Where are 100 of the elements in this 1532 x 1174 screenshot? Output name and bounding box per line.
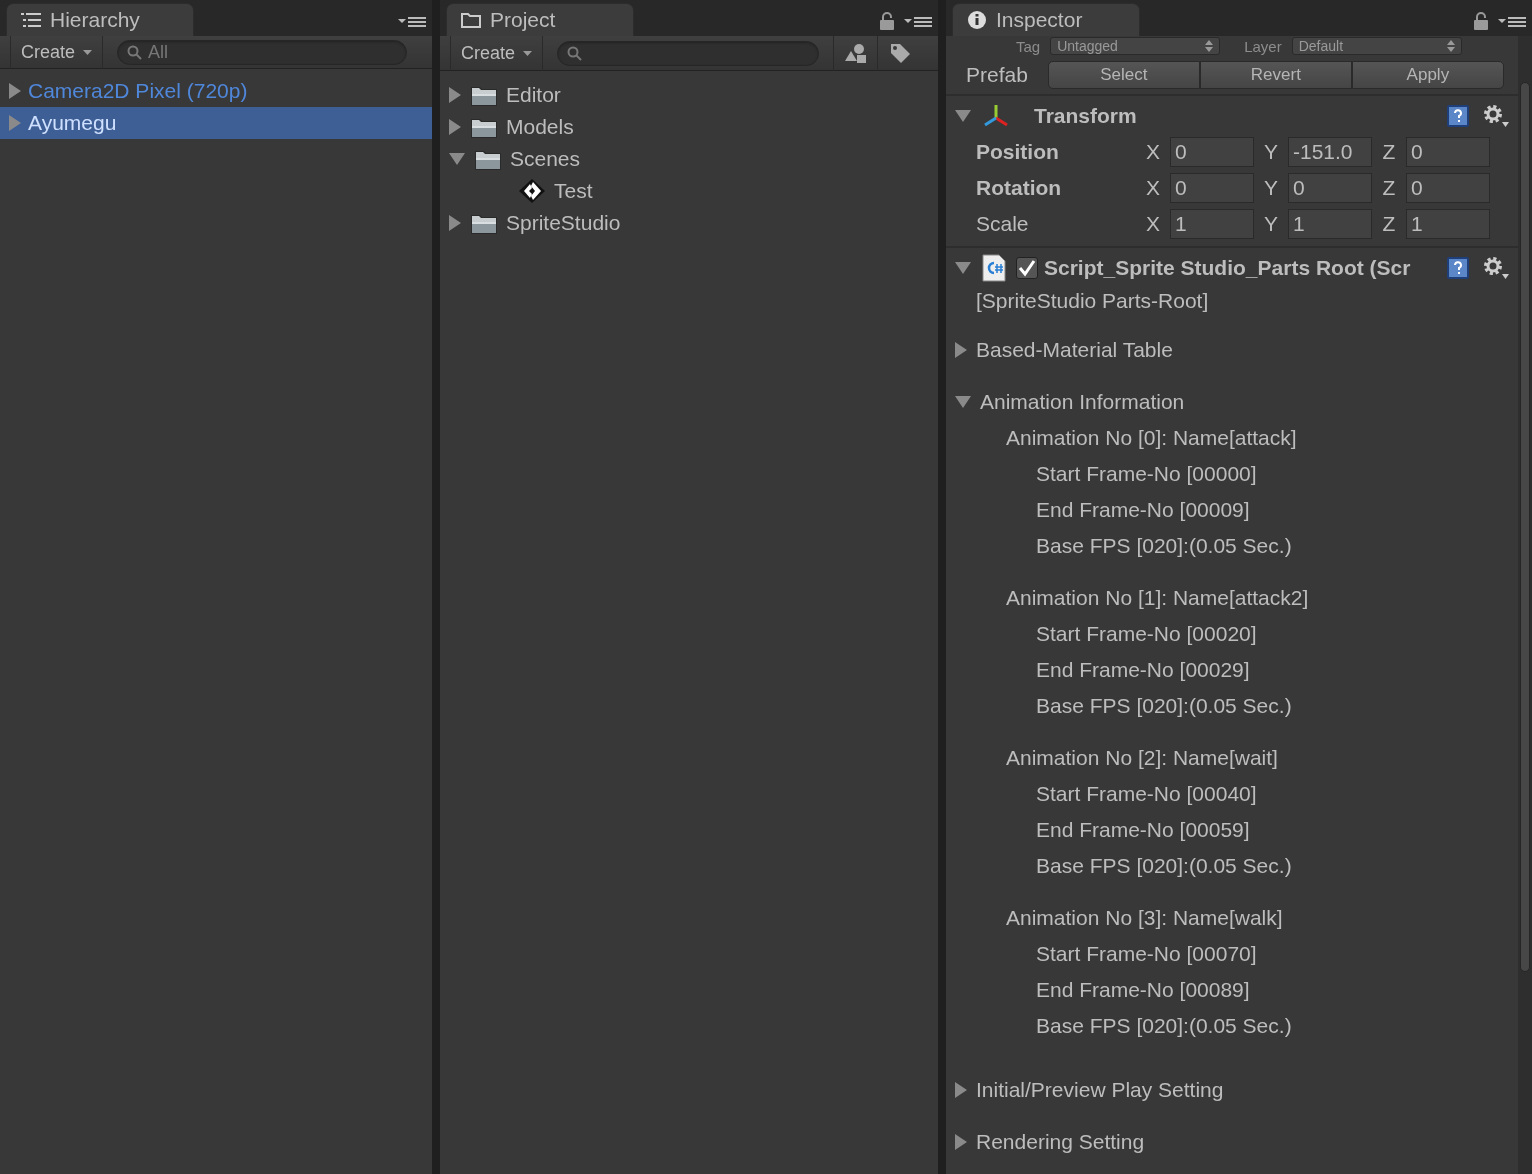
- animation-title: Animation No [1]: Name[attack2]: [1006, 586, 1309, 610]
- help-book-icon[interactable]: [1446, 104, 1470, 128]
- gear-icon[interactable]: [1482, 103, 1510, 129]
- dropdown[interactable]: Untagged: [1050, 37, 1221, 55]
- component-title: Transform: [1034, 104, 1137, 128]
- scrollbar[interactable]: [1518, 36, 1532, 1174]
- hierarchy-item[interactable]: Ayumegu: [0, 107, 432, 139]
- component-title: Script_Sprite Studio_Parts Root (Scr: [1044, 256, 1411, 280]
- property-label: Scale: [976, 212, 1030, 236]
- disclosure-arrow-icon[interactable]: [8, 114, 22, 132]
- animation-detail: Start Frame-No [00070]: [1036, 942, 1257, 966]
- number-field[interactable]: 0: [1406, 137, 1490, 167]
- foldout-label[interactable]: Based-Material Table: [976, 338, 1173, 362]
- info-icon: [967, 10, 987, 30]
- asset-name[interactable]: Test: [554, 179, 593, 203]
- dropdown[interactable]: Default: [1291, 37, 1462, 55]
- updown-arrows-icon: [1446, 40, 1455, 52]
- foldout-label[interactable]: Animation Information: [980, 390, 1185, 414]
- number-field[interactable]: 0: [1170, 173, 1254, 203]
- folder-icon: [461, 12, 481, 28]
- axis-label: X: [1145, 212, 1161, 236]
- disclosure-arrow-icon[interactable]: [448, 86, 462, 104]
- unity-scene-icon: [518, 178, 546, 204]
- list-icon: [21, 12, 41, 28]
- disclosure-arrow-icon[interactable]: [954, 341, 968, 359]
- disclosure-arrow-icon[interactable]: [8, 82, 22, 100]
- panel-menu-icon[interactable]: [1498, 14, 1526, 28]
- panel-tab[interactable]: Inspector: [952, 3, 1140, 36]
- create-button[interactable]: Create: [450, 35, 544, 71]
- number-field[interactable]: 1: [1406, 209, 1490, 239]
- number-field[interactable]: 0: [1406, 173, 1490, 203]
- game-object-name: Ayumegu: [28, 111, 117, 135]
- axis-label: Y: [1263, 212, 1279, 236]
- foldout-label[interactable]: Initial/Preview Play Setting: [976, 1078, 1224, 1102]
- field-label: Tag: [1016, 37, 1041, 55]
- property-label: Position: [976, 140, 1060, 164]
- animation-detail: End Frame-No [00029]: [1036, 658, 1250, 682]
- foldout-label[interactable]: Rendering Setting: [976, 1130, 1145, 1154]
- animation-title: Animation No [3]: Name[walk]: [1006, 906, 1283, 930]
- animation-detail: End Frame-No [00059]: [1036, 818, 1250, 842]
- number-field[interactable]: 0: [1170, 137, 1254, 167]
- axis-label: Z: [1381, 212, 1397, 236]
- number-field[interactable]: 1: [1170, 209, 1254, 239]
- disclosure-arrow-icon[interactable]: [448, 118, 462, 136]
- animation-detail: Base FPS [020]:(0.05 Sec.): [1036, 854, 1292, 878]
- asset-name[interactable]: SpriteStudio: [506, 211, 621, 235]
- script-file-icon: [982, 254, 1006, 282]
- search-field[interactable]: [557, 40, 820, 66]
- axis-label: X: [1145, 176, 1161, 200]
- updown-arrows-icon: [1205, 40, 1214, 52]
- panel-tab[interactable]: Project: [446, 3, 634, 36]
- animation-detail: Base FPS [020]:(0.05 Sec.): [1036, 1014, 1292, 1038]
- disclosure-arrow-icon[interactable]: [954, 1081, 968, 1099]
- shapes-icon: [844, 43, 867, 63]
- animation-detail: End Frame-No [00009]: [1036, 498, 1250, 522]
- search-field[interactable]: All: [117, 39, 408, 65]
- animation-detail: Start Frame-No [00020]: [1036, 622, 1257, 646]
- animation-detail: End Frame-No [00089]: [1036, 978, 1250, 1002]
- animation-detail: Base FPS [020]:(0.05 Sec.): [1036, 534, 1292, 558]
- animation-detail: Start Frame-No [00000]: [1036, 462, 1257, 486]
- number-field[interactable]: 0: [1288, 173, 1372, 203]
- number-field[interactable]: 1: [1288, 209, 1372, 239]
- create-button[interactable]: Create: [10, 35, 104, 69]
- axis-label: Z: [1381, 176, 1397, 200]
- panel-tab[interactable]: Hierarchy: [6, 3, 194, 36]
- enable-checkbox[interactable]: [1016, 257, 1038, 279]
- prefab-button[interactable]: Apply: [1351, 61, 1504, 89]
- caret-icon: [83, 49, 93, 55]
- animation-title: Animation No [2]: Name[wait]: [1006, 746, 1278, 770]
- help-book-icon[interactable]: [1446, 256, 1470, 280]
- prefab-button[interactable]: Select: [1047, 61, 1200, 89]
- panel-menu-icon[interactable]: [398, 14, 426, 28]
- caret-icon: [523, 50, 533, 56]
- search-icon: [127, 44, 144, 61]
- animation-title: Animation No [0]: Name[attack]: [1006, 426, 1297, 450]
- padlock-icon[interactable]: [1474, 12, 1488, 30]
- check-mark-icon: [1018, 259, 1036, 277]
- disclosure-arrow-icon[interactable]: [954, 261, 972, 275]
- asset-name[interactable]: Editor: [506, 83, 561, 107]
- asset-name[interactable]: Models: [506, 115, 574, 139]
- axis-label: Y: [1263, 176, 1279, 200]
- field-label: Prefab: [966, 63, 1028, 87]
- gear-icon[interactable]: [1482, 255, 1510, 281]
- field-label: Layer: [1244, 37, 1282, 55]
- animation-detail: Base FPS [020]:(0.05 Sec.): [1036, 694, 1292, 718]
- disclosure-arrow-icon[interactable]: [448, 152, 466, 166]
- disclosure-arrow-icon[interactable]: [954, 1133, 968, 1151]
- padlock-icon[interactable]: [880, 12, 894, 30]
- component-subtitle: [SpriteStudio Parts-Root]: [976, 289, 1209, 313]
- panel-menu-icon[interactable]: [904, 14, 932, 28]
- axis-label: Z: [1381, 140, 1397, 164]
- tag-icon: [888, 42, 911, 64]
- disclosure-arrow-icon[interactable]: [954, 395, 972, 409]
- disclosure-arrow-icon[interactable]: [448, 214, 462, 232]
- prefab-button[interactable]: Revert: [1199, 61, 1352, 89]
- number-field[interactable]: -151.0: [1288, 137, 1372, 167]
- asset-name[interactable]: Scenes: [510, 147, 581, 171]
- disclosure-arrow-icon[interactable]: [954, 109, 972, 123]
- hierarchy-item[interactable]: Camera2D Pixel (720p): [0, 75, 432, 107]
- game-object-name: Camera2D Pixel (720p): [28, 79, 248, 103]
